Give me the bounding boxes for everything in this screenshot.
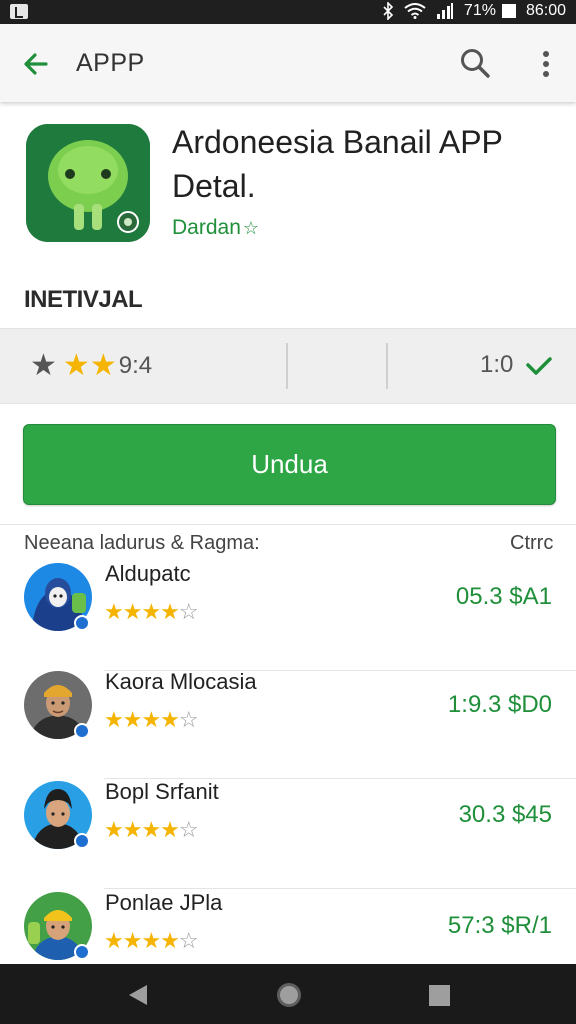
status-bar: 71% 86:00 xyxy=(0,0,576,24)
verified-badge xyxy=(74,723,90,739)
rating-row: ★ ★ ★ 9:4 1:0 xyxy=(0,328,576,404)
divider xyxy=(104,888,576,889)
verified-badge xyxy=(74,944,90,960)
reviewer-value: 57:3 $R/1 xyxy=(447,912,552,939)
battery-icon xyxy=(501,4,516,18)
verified-badge xyxy=(74,833,90,849)
signal-icon xyxy=(436,3,454,19)
install-button[interactable]: Undua xyxy=(23,424,556,505)
list-header-action[interactable]: Ctrrc xyxy=(510,532,553,555)
star-icon: ★ xyxy=(30,349,57,382)
list-item[interactable]: Kaora Mlocasia ★★★★☆ 1:9.3 $D0 xyxy=(0,669,576,779)
reviewer-name: Aldupatc xyxy=(105,561,191,586)
developer-link[interactable]: Dardan ☆ xyxy=(172,216,259,240)
reviewer-rating-stars: ★★★★☆ xyxy=(104,817,199,842)
reviewer-value: 05.3 $A1 xyxy=(455,583,552,610)
app-title-line-2: Detal. xyxy=(172,168,256,204)
reviewer-rating-stars: ★★★★☆ xyxy=(104,928,199,953)
more-vert-icon[interactable] xyxy=(536,48,556,80)
list-item[interactable]: Aldupatc ★★★★☆ 05.3 $A1 xyxy=(0,561,576,671)
nav-back-icon[interactable] xyxy=(127,984,149,1006)
rating-stars: ★ ★ ★ 9:4 xyxy=(30,351,152,381)
divider xyxy=(386,343,388,389)
star-outline-icon: ☆ xyxy=(242,218,260,238)
back-arrow-icon[interactable] xyxy=(20,48,52,80)
app-title: Ardoneesia Banail APP Detal. xyxy=(172,120,562,208)
developer-name: Dardan xyxy=(172,216,241,239)
reviewer-name: Bopl Srfanit xyxy=(105,779,219,804)
reviewer-name: Ponlae JPla xyxy=(105,890,223,915)
app-icon xyxy=(26,124,150,242)
clock: 86:00 xyxy=(525,2,566,19)
app-bar: APPP xyxy=(0,24,576,102)
list-item[interactable]: Bopl Srfanit ★★★★☆ 30.3 $45 xyxy=(0,779,576,889)
system-nav-bar xyxy=(0,964,576,1024)
star-icon: ★ xyxy=(62,349,90,382)
rating-value: 9:4 xyxy=(118,352,153,379)
reviewer-rating-stars: ★★★★☆ xyxy=(104,599,199,624)
battery-percent: 71% xyxy=(463,2,496,19)
reviewer-value: 30.3 $45 xyxy=(458,801,552,828)
app-bar-title: APPP xyxy=(76,49,145,77)
nav-recents-icon[interactable] xyxy=(429,985,450,1006)
reviewer-rating-stars: ★★★★☆ xyxy=(104,707,199,732)
list-header-title: Neeana ladurus & Ragma: xyxy=(24,532,260,554)
section-title: INETIVJAL xyxy=(24,286,143,313)
nav-home-icon[interactable] xyxy=(277,983,301,1007)
divider xyxy=(286,343,288,389)
rating-count: 1:0 xyxy=(480,351,514,378)
notification-icon xyxy=(10,4,28,19)
divider xyxy=(0,524,576,525)
reviewer-value: 1:9.3 $D0 xyxy=(447,691,552,718)
app-title-line-1: Ardoneesia Banail APP xyxy=(172,124,503,160)
bluetooth-icon xyxy=(382,2,394,20)
check-icon[interactable] xyxy=(524,353,552,381)
search-icon[interactable] xyxy=(458,46,492,80)
wifi-icon xyxy=(404,3,426,19)
verified-badge xyxy=(74,615,90,631)
star-icon: ★ xyxy=(89,349,117,382)
reviewer-name: Kaora Mlocasia xyxy=(105,669,257,694)
